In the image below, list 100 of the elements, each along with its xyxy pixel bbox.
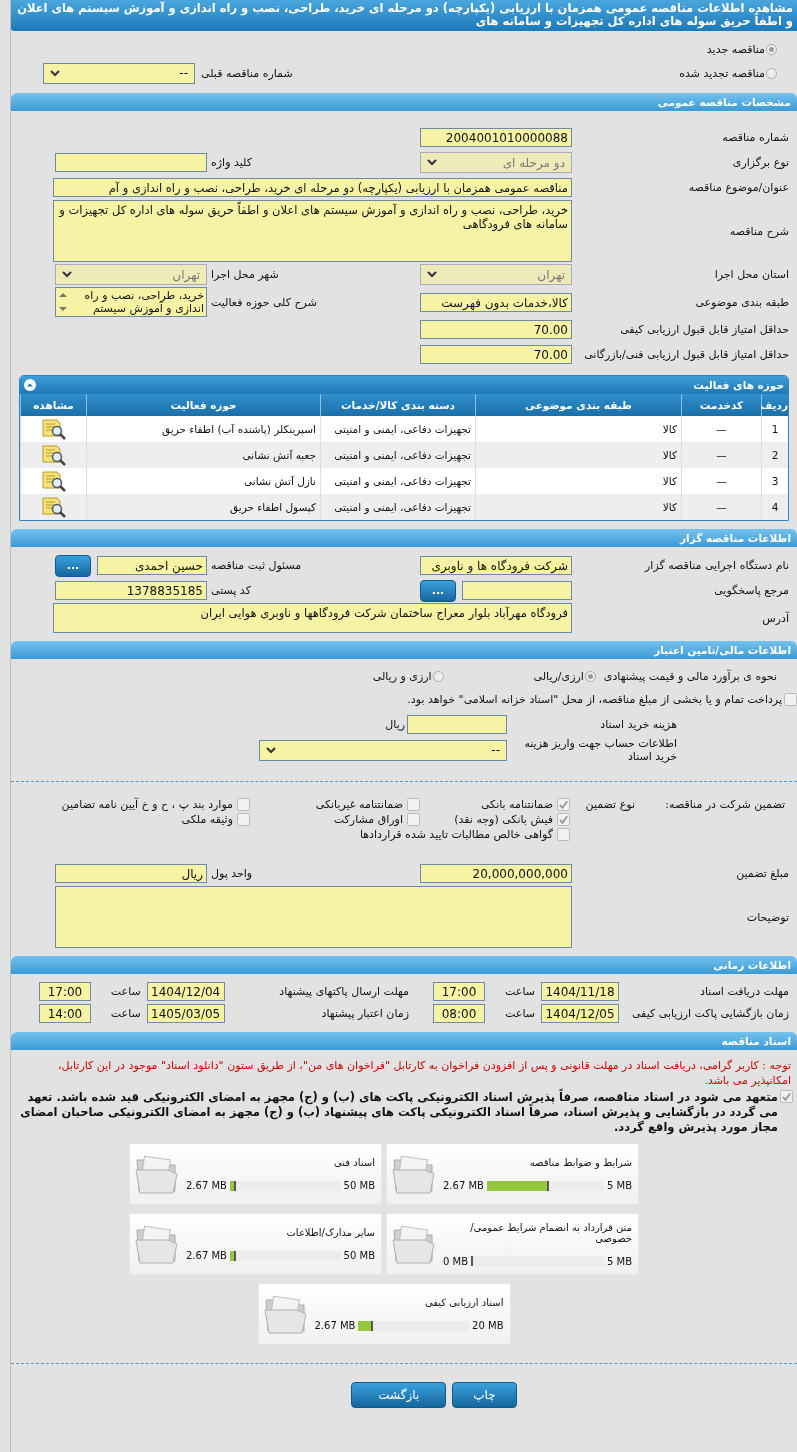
field-label: کلید واژه — [210, 156, 253, 169]
field-label: ساعت — [504, 984, 536, 998]
checkbox-label: گواهی خالص مطالبات تایید شده قراردادها — [359, 828, 553, 841]
size-limit: 5 MB — [606, 1180, 632, 1191]
text-field[interactable]: 70.00 — [420, 345, 572, 364]
text-field[interactable]: ریال — [55, 864, 207, 883]
text-field[interactable]: مناقصه عمومی همزمان با ارزیابی (یکپارچه) دو مرحله ای خرید، طراحی، نصب و راه اندازی و آم — [53, 178, 572, 197]
date-field[interactable]: 1404/12/05 — [541, 1003, 619, 1023]
date-field[interactable]: 1404/12/04 — [146, 981, 225, 1001]
file-name: اسناد ارزیابی کیفی — [423, 1297, 504, 1308]
size-used: 2.67 MB — [443, 1180, 484, 1191]
radio-label: ارزی/ریالی — [533, 669, 584, 683]
browse-button[interactable]: ... — [55, 554, 91, 577]
dropdown[interactable]: -- — [43, 62, 195, 84]
commitment-text: متعهد می شود در اسناد مناقصه، صرفاً پذیرش اسناد الکترونیکی پاکت های (ب) و (ج) مجهز به امضای الکترونیکی قید شده باشد. تعهد می گردد در بازگشایی و پذیرش اسناد، صرفاً اسناد الکترونیکی پاکت های پیشنهاد (ب) و (ج) مجهز به امضای الکترونیکی صاحبان امضای مجاز مورد پذیرش واقع گردد. — [19, 1090, 778, 1135]
checkbox-label: وثیقه ملکی — [181, 813, 233, 826]
action-button[interactable]: بازگشت — [351, 1382, 447, 1408]
checkbox-label: ضمانتنامه بانکی — [480, 798, 553, 811]
radio-button[interactable] — [766, 67, 777, 79]
field-label: تضمین شرکت در مناقصه: — [664, 798, 785, 811]
field-label: توضیحات — [745, 910, 789, 924]
field-label: ساعت — [109, 1006, 142, 1020]
checkbox-label: پرداخت تمام و یا بخشی از مبلغ مناقصه، از محل "اسناد خزانه اسلامی" خواهد بود. — [407, 693, 782, 707]
size-used: 0 MB — [443, 1255, 469, 1267]
chevron-down-icon — [50, 69, 60, 77]
checkbox[interactable] — [557, 813, 570, 826]
field-label: شرح کلی حوزه فعالیت — [210, 295, 318, 309]
document-search-icon[interactable] — [40, 444, 67, 466]
radio-button[interactable] — [584, 670, 596, 682]
table-cell: 2 — [761, 442, 788, 468]
document-search-icon[interactable] — [40, 470, 67, 492]
list-box[interactable]: خرید، طراحی، نصب و راه اندازی و آموزش سیستم — [55, 287, 207, 317]
size-limit: 5 MB — [606, 1255, 632, 1267]
time-field[interactable]: 08:00 — [433, 1003, 485, 1023]
unit-label: ریال — [385, 717, 405, 731]
browse-button[interactable]: ... — [420, 579, 456, 602]
text-field[interactable] — [462, 581, 572, 600]
field-label: حداقل امتیاز قابل قبول ارزیابی فنی/بازرگانی — [583, 348, 789, 361]
document-search-icon[interactable] — [40, 496, 67, 518]
section-header: اطلاعات مناقصه گزار — [11, 529, 797, 547]
text-field[interactable]: 1378835185 — [55, 581, 207, 600]
field-label: نام دستگاه اجرایی مناقصه گزار — [643, 559, 789, 572]
dropdown[interactable]: -- — [259, 739, 507, 761]
time-field[interactable]: 14:00 — [39, 1003, 91, 1023]
field-label: استان محل اجرا — [713, 268, 789, 281]
checkbox[interactable] — [407, 798, 420, 811]
chevron-down-icon — [427, 159, 437, 166]
field-label: کد پستی — [210, 584, 252, 597]
field-label: ساعت — [109, 984, 142, 998]
section-header: اطلاعات مالی/تامین اعتبار — [11, 641, 797, 659]
field-label: ساعت — [504, 1006, 536, 1020]
text-area[interactable]: خرید، طراحی، نصب و راه اندازی و آموزش سیستم های اعلان و اطفاً حریق سوله های اداره کل تجهیزات و سامانه های فرودگاهی — [53, 200, 572, 262]
checkbox[interactable] — [780, 1090, 793, 1103]
action-button[interactable]: چاپ — [452, 1382, 517, 1408]
field-label: نحوه ی برآورد مالی و قیمت پیشنهادی — [603, 669, 777, 683]
field-label: شماره مناقصه — [721, 131, 789, 144]
field-label: اطلاعات حساب جهت واریز هزینه خرید اسناد — [523, 737, 677, 763]
checkbox[interactable] — [557, 828, 570, 841]
checkbox[interactable] — [237, 798, 250, 811]
field-label: شهر محل اجرا — [210, 268, 280, 281]
checkbox-label: اوراق مشارکت — [333, 813, 403, 826]
table-cell: تجهیزات دفاعی، ایمنی و امنیتی — [320, 442, 475, 468]
text-field[interactable]: شرکت فرودگاه ها و ناوبری — [420, 556, 572, 575]
checkbox-label: ضمانتنامه غیربانکی — [315, 798, 403, 811]
table-cell: کالا — [475, 442, 681, 468]
text-field[interactable] — [55, 153, 207, 172]
text-field[interactable]: حسین احمدی — [97, 556, 207, 575]
date-field[interactable]: 1404/11/18 — [541, 981, 619, 1001]
text-field[interactable] — [407, 714, 507, 734]
text-field[interactable]: 70.00 — [420, 320, 572, 339]
column-header: کدخدمت — [681, 394, 761, 416]
checkbox[interactable] — [557, 798, 570, 811]
time-field[interactable]: 17:00 — [433, 981, 485, 1001]
radio-button[interactable] — [432, 670, 444, 682]
field-label: زمان اعتبار پیشنهاد — [320, 1006, 409, 1020]
table-cell: جعبه آتش نشانی — [86, 442, 320, 468]
section-header: اطلاعات زمانی — [11, 956, 797, 974]
text-field[interactable]: کالا،خدمات بدون فهرست — [420, 292, 572, 312]
checkbox[interactable] — [784, 693, 797, 706]
checkbox[interactable] — [237, 813, 250, 826]
section-header: اسناد مناقصه — [11, 1032, 797, 1050]
table-cell: — — [681, 442, 761, 468]
radio-button[interactable] — [766, 43, 777, 55]
field-label: عنوان/موضوع مناقصه — [687, 181, 789, 194]
radio-label: مناقصه جدید — [706, 42, 765, 56]
date-field[interactable]: 1405/03/05 — [146, 1003, 225, 1023]
text-area[interactable]: فرودگاه مهرآباد بلوار معراج ساختمان شرکت فرودگاهها و ناوبری هوایی ایران — [53, 603, 572, 633]
table-cell: 4 — [761, 494, 788, 520]
collapse-icon[interactable] — [24, 379, 36, 391]
text-field[interactable]: 2004001010000088 — [420, 128, 572, 147]
text-field[interactable]: 20,000,000,000 — [420, 864, 572, 883]
document-search-icon[interactable] — [40, 418, 67, 440]
text-area[interactable] — [55, 886, 572, 948]
chevron-down-icon — [266, 746, 276, 754]
field-label: مبلغ تضمین — [735, 867, 789, 880]
field-label: نوع برگزاری — [731, 156, 789, 169]
field-label: هزینه خرید اسناد — [599, 717, 677, 731]
radio-label: ارزی و ریالی — [372, 669, 432, 683]
checkbox[interactable] — [407, 813, 420, 826]
time-field[interactable]: 17:00 — [39, 981, 91, 1001]
